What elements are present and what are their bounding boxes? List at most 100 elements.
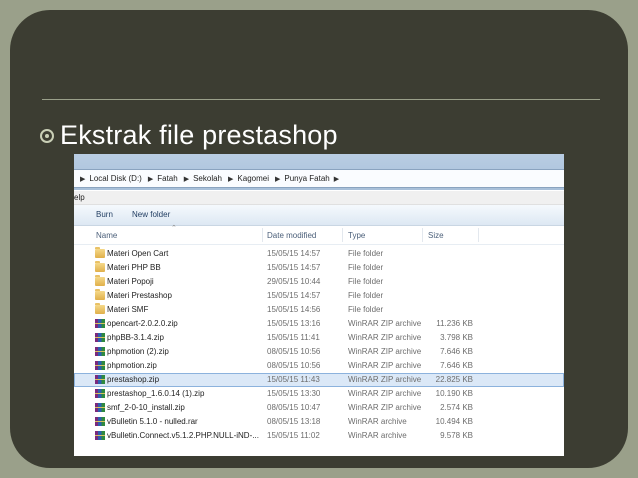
file-date: 15/05/15 14:57 — [267, 249, 321, 258]
file-date: 15/05/15 13:30 — [267, 389, 321, 398]
file-type: WinRAR ZIP archive — [348, 361, 422, 370]
file-date: 08/05/15 13:18 — [267, 417, 321, 426]
file-date: 15/05/15 11:02 — [267, 431, 320, 440]
file-row[interactable]: Materi SMF 15/05/15 14:56 File folder — [74, 303, 564, 317]
breadcrumb-arrow-icon[interactable]: ▶ — [334, 175, 339, 183]
column-name[interactable]: Name — [96, 231, 117, 240]
folder-icon — [95, 261, 105, 272]
file-size: 3.798 KB — [440, 333, 473, 342]
file-row[interactable]: prestashop.zip 15/05/15 11:43 WinRAR ZIP a… — [74, 373, 564, 387]
file-row[interactable]: Materi PHP BB 15/05/15 14:57 File folder — [74, 261, 564, 275]
file-name: phpmotion (2).zip — [107, 347, 169, 356]
file-size: 10.494 KB — [435, 417, 473, 426]
breadcrumb-label: Punya Fatah — [284, 174, 330, 183]
bullet-icon — [40, 128, 54, 143]
column-divider[interactable] — [478, 228, 479, 242]
folder-icon — [95, 289, 105, 300]
breadcrumb-label: Sekolah — [193, 174, 223, 183]
file-size: 22.825 KB — [435, 375, 473, 384]
winrar-archive-icon — [95, 333, 105, 342]
file-size: 10.190 KB — [435, 389, 473, 398]
file-date: 08/05/15 10:56 — [267, 361, 321, 370]
address-bar-area: ▶ Local Disk (D:) ▶ Fatah ▶ Sekolah ▶ Kagomei ▶ P… — [74, 154, 564, 190]
breadcrumb-arrow-icon[interactable]: ▶ — [228, 175, 233, 183]
title-divider — [42, 99, 600, 100]
sort-chevron-icon: ⌃ — [171, 225, 177, 232]
file-row[interactable]: Materi Prestashop 15/05/15 14:57 File fold… — [74, 289, 564, 303]
file-date: 15/05/15 14:57 — [267, 263, 321, 272]
file-type: WinRAR ZIP archive — [348, 403, 422, 412]
file-name: opencart-2.0.2.0.zip — [107, 319, 178, 328]
file-row[interactable]: opencart-2.0.2.0.zip 15/05/15 13:16 WinRAR… — [74, 317, 564, 331]
breadcrumb-item[interactable]: ▶ Local Disk (D:) — [76, 174, 142, 183]
file-size: 7.646 KB — [440, 361, 473, 370]
file-name: Materi SMF — [107, 305, 149, 314]
winrar-archive-icon — [95, 403, 105, 412]
winrar-archive-icon — [95, 417, 105, 426]
breadcrumb-item[interactable]: ▶ Sekolah — [180, 174, 222, 183]
breadcrumb-arrow-icon[interactable]: ▶ — [148, 175, 153, 183]
breadcrumb-label: Fatah — [157, 174, 178, 183]
file-date: 15/05/15 14:56 — [267, 305, 321, 314]
file-type: WinRAR ZIP archive — [348, 389, 422, 398]
toolbar: Burn New folder — [74, 205, 564, 226]
column-divider[interactable] — [262, 228, 263, 242]
file-row[interactable]: phpmotion.zip 08/05/15 10:56 WinRAR ZIP ar… — [74, 359, 564, 373]
file-row[interactable]: Materi Popoji 29/05/15 10:44 File folder — [74, 275, 564, 289]
column-type[interactable]: Type — [348, 231, 365, 240]
new-folder-button[interactable]: New folder — [132, 210, 170, 219]
column-divider[interactable] — [342, 228, 343, 242]
file-row[interactable]: vBulletin.Connect.v5.1.2.PHP.NULL-iND-..… — [74, 429, 564, 443]
file-date: 29/05/15 10:44 — [267, 277, 321, 286]
breadcrumb-item[interactable]: ▶ Punya Fatah — [271, 174, 330, 183]
column-date[interactable]: Date modified — [267, 231, 316, 240]
file-list: Materi Open Cart 15/05/15 14:57 File folde… — [74, 247, 564, 443]
file-type: WinRAR archive — [348, 417, 407, 426]
file-type: WinRAR ZIP archive — [348, 319, 422, 328]
file-row[interactable]: Materi Open Cart 15/05/15 14:57 File folde… — [74, 247, 564, 261]
file-type: WinRAR ZIP archive — [348, 375, 422, 384]
file-date: 15/05/15 11:41 — [267, 333, 320, 342]
breadcrumb-item[interactable]: ▶ Kagomei — [224, 174, 269, 183]
file-type: WinRAR ZIP archive — [348, 333, 422, 342]
breadcrumb-arrow-icon[interactable]: ▶ — [184, 175, 189, 183]
file-date: 15/05/15 11:43 — [267, 375, 320, 384]
file-name: smf_2-0-10_install.zip — [107, 403, 185, 412]
file-row[interactable]: smf_2-0-10_install.zip 08/05/15 10:47 WinR… — [74, 401, 564, 415]
bullet-text: Ekstrak file prestashop — [60, 120, 338, 150]
breadcrumb-item[interactable]: ▶ Fatah — [144, 174, 178, 183]
file-type: File folder — [348, 277, 384, 286]
menu-help[interactable]: elp — [74, 193, 85, 202]
winrar-archive-icon — [95, 431, 105, 440]
file-type: File folder — [348, 263, 384, 272]
file-row[interactable]: prestashop_1.6.0.14 (1).zip 15/05/15 13:3… — [74, 387, 564, 401]
burn-button[interactable]: Burn — [96, 210, 113, 219]
file-size: 9.578 KB — [440, 431, 473, 440]
file-name: Materi Prestashop — [107, 291, 172, 300]
winrar-archive-icon — [95, 319, 105, 328]
file-date: 15/05/15 13:16 — [267, 319, 321, 328]
file-date: 08/05/15 10:56 — [267, 347, 321, 356]
file-row[interactable]: phpBB-3.1.4.zip 15/05/15 11:41 WinRAR ZIP … — [74, 331, 564, 345]
folder-icon — [95, 247, 105, 258]
winrar-archive-icon — [95, 389, 105, 398]
folder-icon — [95, 303, 105, 314]
winrar-archive-icon — [95, 375, 105, 384]
breadcrumb-arrow-icon[interactable]: ▶ — [275, 175, 280, 183]
file-type: File folder — [348, 291, 384, 300]
file-type: File folder — [348, 249, 384, 258]
file-name: phpBB-3.1.4.zip — [107, 333, 164, 342]
file-name: prestashop_1.6.0.14 (1).zip — [107, 389, 205, 398]
column-size[interactable]: Size — [428, 231, 444, 240]
column-header: Name Date modified Type Size — [74, 226, 564, 245]
breadcrumb[interactable]: ▶ Local Disk (D:) ▶ Fatah ▶ Sekolah ▶ Kagomei ▶ P… — [74, 169, 564, 188]
file-name: Materi Open Cart — [107, 249, 169, 258]
file-type: WinRAR ZIP archive — [348, 347, 422, 356]
file-row[interactable]: phpmotion (2).zip 08/05/15 10:56 WinRAR ZI… — [74, 345, 564, 359]
file-row[interactable]: vBulletin 5.1.0 - nulled.rar 08/05/15 13:… — [74, 415, 564, 429]
bullet-item: Ekstrak file prestashop — [40, 120, 338, 151]
breadcrumb-arrow-icon[interactable]: ▶ — [80, 175, 85, 183]
folder-icon — [95, 275, 105, 286]
file-type: File folder — [348, 305, 384, 314]
column-divider[interactable] — [422, 228, 423, 242]
